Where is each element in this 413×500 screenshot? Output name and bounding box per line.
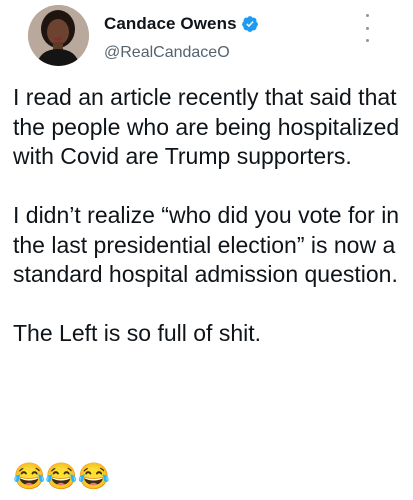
- more-dot: [365, 14, 369, 17]
- author-name-row: Candace Owens: [104, 14, 259, 34]
- tweet-paragraph: The Left is so full of shit.: [13, 320, 262, 346]
- verified-badge-icon: [241, 16, 258, 32]
- author-display-name[interactable]: Candace Owens: [104, 14, 237, 34]
- avatar-portrait-icon: [28, 5, 89, 66]
- tweet-header: Candace Owens @RealCandaceO: [14, 0, 399, 80]
- more-dot: [365, 26, 369, 30]
- tweet-card: Candace Owens @RealCandaceO I read an ar…: [0, 0, 413, 500]
- author-handle[interactable]: @RealCandaceO: [104, 44, 230, 62]
- tweet-emojis: 😂😂😂: [13, 461, 111, 491]
- more-vertical-icon[interactable]: [361, 14, 373, 42]
- tweet-text: I read an article recently that said tha…: [13, 83, 405, 349]
- more-dot: [365, 39, 369, 42]
- tweet-paragraph: I read an article recently that said tha…: [13, 84, 400, 169]
- tweet-paragraph: I didn’t realize “who did you vote for i…: [13, 202, 400, 287]
- author-avatar[interactable]: [28, 5, 89, 66]
